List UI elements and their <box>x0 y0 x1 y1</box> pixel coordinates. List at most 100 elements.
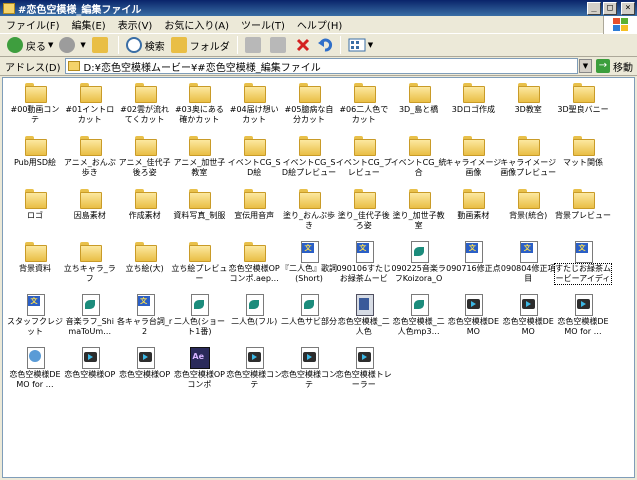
folder-item[interactable]: ロゴ <box>7 188 63 238</box>
file-label: 背景資料 <box>19 264 51 273</box>
video-icon <box>572 294 594 316</box>
folder-item[interactable]: 立ち絵(大) <box>117 241 173 291</box>
chevron-down-icon[interactable]: ▼ <box>48 41 53 49</box>
file-label: 背景プレビュー <box>555 211 611 220</box>
file-item[interactable]: 音楽ラフ_ShimaToUm… <box>62 294 118 344</box>
folder-item[interactable]: 背景資料 <box>7 241 63 291</box>
folder-item[interactable]: Pub用SD絵 <box>7 135 63 185</box>
minimize-button[interactable]: _ <box>587 1 601 15</box>
folder-item[interactable]: #01イントロカット <box>62 82 118 132</box>
folder-item[interactable]: キャライメージ画像プレビュー <box>500 135 556 185</box>
folder-item[interactable]: 背景(統合) <box>500 188 556 238</box>
folder-item[interactable]: 因島素材 <box>62 188 118 238</box>
file-item[interactable]: 文各キャラ台詞_r2 <box>117 294 173 344</box>
file-item[interactable]: 恋色空模様コンテ <box>226 347 282 397</box>
file-item[interactable]: 文090106すたじお緑茶ムービー… <box>336 241 392 291</box>
search-button[interactable]: 検索 <box>123 35 168 55</box>
folder-item[interactable]: #00動画コンテ <box>7 82 63 132</box>
folder-item[interactable]: アニメ_加世子教室 <box>171 135 227 185</box>
address-dropdown-button[interactable]: ▼ <box>579 59 592 73</box>
video-icon <box>517 294 539 316</box>
folder-item[interactable]: 立ちキャラ_ラフ <box>62 241 118 291</box>
file-item[interactable]: 恋色空模様DEMO for … <box>555 294 611 344</box>
file-label: マット関係 <box>563 158 603 167</box>
file-item[interactable]: 文 090716修正点 <box>445 241 501 291</box>
menu-tools[interactable]: ツール(T) <box>235 17 291 32</box>
folder-item[interactable]: 動画素材 <box>445 188 501 238</box>
folder-item[interactable]: 塗り_加世子教室 <box>391 188 447 238</box>
views-button[interactable]: ▼ <box>345 35 376 55</box>
file-item[interactable]: 恋色空模様トレーラー <box>336 347 392 397</box>
file-label: 各キャラ台詞_r2 <box>116 317 173 336</box>
file-item[interactable]: 恋色空模様OP <box>117 347 173 397</box>
up-folder-button[interactable] <box>89 35 114 55</box>
file-item[interactable]: 恋色空模様DEMO <box>445 294 501 344</box>
folder-item[interactable]: 3D聖良バニー <box>555 82 611 132</box>
file-item[interactable]: 090225音楽ラフKoizora_OP… <box>391 241 447 291</box>
menu-edit[interactable]: 編集(E) <box>66 17 112 32</box>
delete-button[interactable] <box>292 35 314 55</box>
menu-help[interactable]: ヘルプ(H) <box>291 17 348 32</box>
folder-item[interactable]: 3D教室 <box>500 82 556 132</box>
folder-item[interactable]: #02雲が流れてくカット <box>117 82 173 132</box>
chevron-down-icon[interactable]: ▼ <box>368 41 373 49</box>
folder-item[interactable]: イベントCG_プレビュー <box>336 135 392 185</box>
move-to-button[interactable] <box>242 35 267 55</box>
menu-file[interactable]: ファイル(F) <box>0 17 66 32</box>
folder-item[interactable]: #05臆病な自分カット <box>281 82 337 132</box>
folder-item[interactable]: 塗り_佳代子後ろ姿 <box>336 188 392 238</box>
title-bar[interactable]: #恋色空模様_編集ファイル _ □ × <box>0 0 637 16</box>
forward-button[interactable]: ▼ <box>56 35 88 55</box>
file-item[interactable]: 恋色空模様_二人色mp3… <box>391 294 447 344</box>
folder-item[interactable]: 背景プレビュー <box>555 188 611 238</box>
folder-item[interactable]: 3Dロゴ作成 <box>445 82 501 132</box>
folder-item[interactable]: アニメ_おんぷ歩き <box>62 135 118 185</box>
folder-item[interactable]: 立ち絵プレビュー <box>171 241 227 291</box>
file-item[interactable]: 恋色空模様OP <box>62 347 118 397</box>
folder-item[interactable]: イベントCG_SD絵 <box>226 135 282 185</box>
file-item[interactable]: 恋色空模様DEMO for … <box>7 347 63 397</box>
undo-button[interactable] <box>314 35 336 55</box>
file-label: アニメ_佳代子後ろ姿 <box>118 158 171 177</box>
file-item[interactable]: 二人色(フル) <box>226 294 282 344</box>
folder-item[interactable]: #04届け想いカット <box>226 82 282 132</box>
copy-to-button[interactable] <box>267 35 292 55</box>
file-view[interactable]: #00動画コンテ #01イントロカット #02雲が流れてくカット #03奥にある確かカ… <box>2 77 635 478</box>
folder-item[interactable]: アニメ_佳代子後ろ姿 <box>117 135 173 185</box>
folder-item[interactable]: マット関係 <box>555 135 611 185</box>
folder-item[interactable]: 3D_島と橋 <box>391 82 447 132</box>
menu-favorites[interactable]: お気に入り(A) <box>158 17 235 32</box>
file-item[interactable]: 恋色空模様DEMO <box>500 294 556 344</box>
folder-item[interactable]: #03奥にある確かカット <box>171 82 227 132</box>
folder-item[interactable]: 宣伝用音声 <box>226 188 282 238</box>
folders-button[interactable]: フォルダ <box>168 35 233 55</box>
folder-item[interactable]: #06二人色でカット <box>336 82 392 132</box>
close-button[interactable]: × <box>621 1 635 15</box>
file-item[interactable]: 恋色空模様_二人色 <box>336 294 392 344</box>
folder-item[interactable]: 資料写真_制服 <box>171 188 227 238</box>
menu-view[interactable]: 表示(V) <box>112 17 159 32</box>
file-label: 恋色空模様OPコンポ <box>173 370 225 389</box>
folder-item[interactable]: イベントCG_統合 <box>391 135 447 185</box>
back-button[interactable]: 戻る ▼ <box>4 35 56 55</box>
folder-item[interactable]: 塗り_おんぷ歩き <box>281 188 337 238</box>
folder-item[interactable]: 作成素材 <box>117 188 173 238</box>
file-item[interactable]: 文 090804修正項目 <box>500 241 556 291</box>
file-item[interactable]: 二人色サビ部分 <box>281 294 337 344</box>
file-item[interactable]: 文スタッフクレジット <box>7 294 63 344</box>
maximize-button[interactable]: □ <box>603 1 617 15</box>
file-item[interactable]: 文『二人色』歌詞(Short) <box>281 241 337 291</box>
file-item[interactable]: Ae 恋色空模様OPコンポ <box>171 347 227 397</box>
folder-item[interactable]: キャライメージ画像 <box>445 135 501 185</box>
address-input[interactable]: D:¥恋色空模様ムービー¥#恋色空模様_編集ファイル <box>64 58 578 74</box>
file-item[interactable]: 恋色空模様コンテ <box>281 347 337 397</box>
folder-icon <box>67 61 80 71</box>
go-button[interactable]: → 移動 <box>592 59 637 74</box>
file-item[interactable]: 文すたじお緑茶ムービーアイディア <box>554 241 612 291</box>
chevron-down-icon[interactable]: ▼ <box>80 41 85 49</box>
file-label: アニメ_加世子教室 <box>173 158 226 177</box>
folder-item[interactable]: 恋色空模様OPコンポ.aep… <box>226 241 282 291</box>
folder-icon <box>24 188 47 209</box>
file-item[interactable]: 二人色(ショート1番) <box>171 294 227 344</box>
folder-item[interactable]: イベントCG_SD絵プレビュー <box>281 135 337 185</box>
